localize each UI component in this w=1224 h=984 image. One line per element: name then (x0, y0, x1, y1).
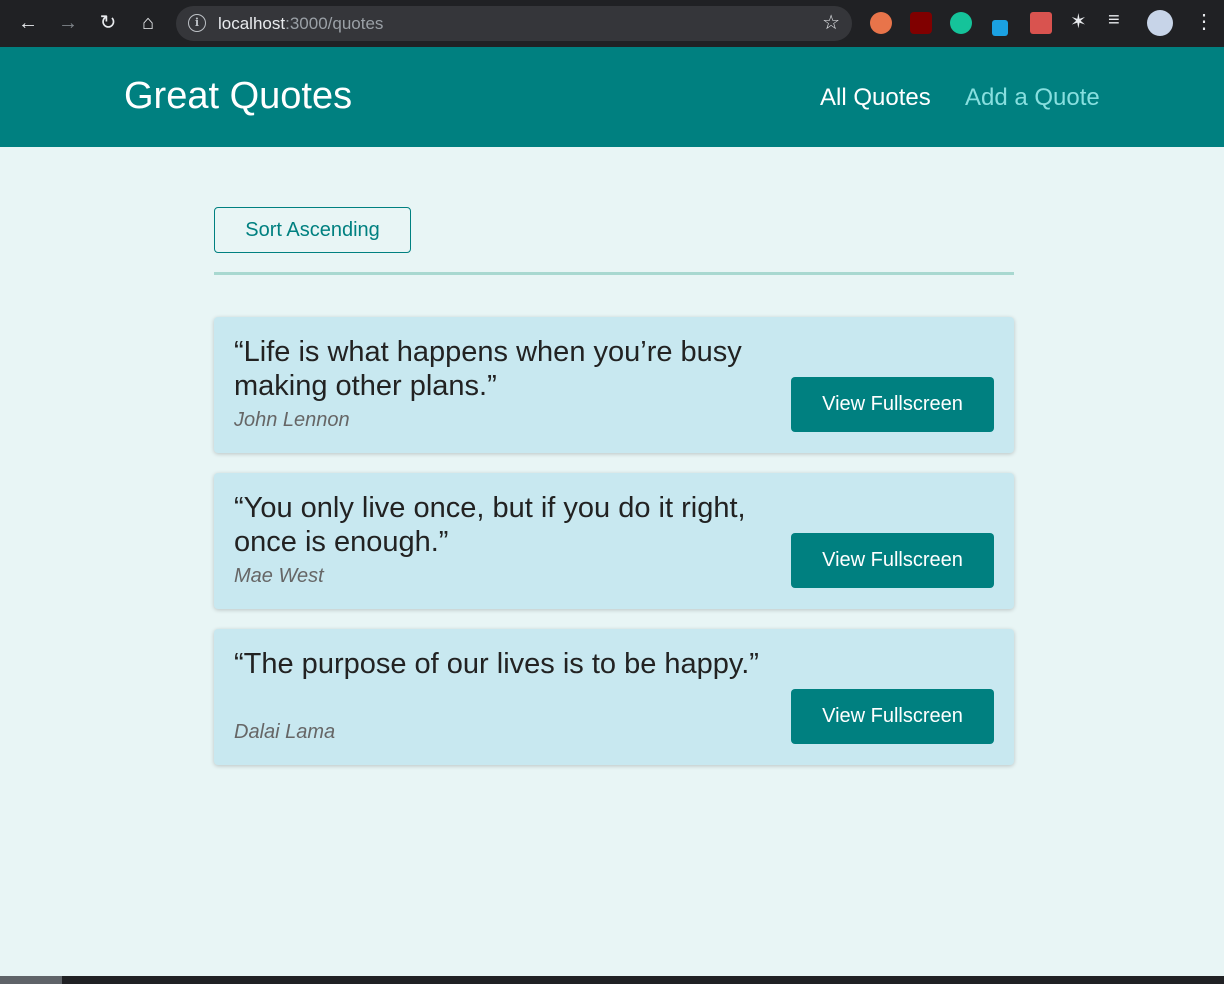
grammarly-icon[interactable] (950, 12, 972, 34)
menu-kebab-icon[interactable]: ⋮ (1194, 9, 1214, 34)
reading-list-icon[interactable]: ≡ (1108, 9, 1120, 32)
divider (214, 272, 1014, 275)
view-fullscreen-button[interactable]: View Fullscreen (791, 377, 994, 432)
nav-all-quotes[interactable]: All Quotes (820, 84, 931, 112)
info-icon[interactable]: i (188, 14, 206, 32)
quote-card: “Life is what happens when you’re busy m… (214, 317, 1014, 453)
url-text[interactable]: localhost:3000/quotes (218, 14, 383, 34)
ublock-icon[interactable] (910, 12, 932, 34)
site-logo: Great Quotes (124, 75, 353, 117)
address-bar[interactable]: i localhost:3000/quotes ☆ (176, 6, 852, 41)
quote-author: John Lennon (234, 409, 350, 431)
quote-text: “You only live once, but if you do it ri… (234, 492, 746, 558)
quote-text: “The purpose of our lives is to be happy… (234, 648, 759, 680)
quote-author: Dalai Lama (234, 721, 336, 743)
view-fullscreen-button[interactable]: View Fullscreen (791, 533, 994, 588)
browser-toolbar: ← → ↻ ⌂ i localhost:3000/quotes ☆ ✶ ≡ ⋮ (0, 0, 1224, 47)
back-arrow-icon[interactable]: ← (14, 8, 42, 38)
view-fullscreen-button[interactable]: View Fullscreen (791, 689, 994, 744)
horizontal-scrollbar[interactable] (0, 976, 1224, 984)
star-icon[interactable]: ☆ (822, 10, 840, 35)
extension-icon-5[interactable] (1030, 12, 1052, 34)
extensions-icon[interactable]: ✶ (1070, 9, 1087, 34)
home-icon[interactable]: ⌂ (134, 8, 162, 38)
scrollbar-thumb[interactable] (0, 976, 62, 984)
extension-icon-1[interactable] (870, 12, 892, 34)
reload-icon[interactable]: ↻ (94, 8, 122, 38)
quote-card: “The purpose of our lives is to be happy… (214, 629, 1014, 765)
app-header: Great Quotes All Quotes Add a Quote (0, 47, 1224, 147)
quote-text: “Life is what happens when you’re busy m… (234, 336, 742, 402)
profile-avatar[interactable] (1147, 10, 1173, 36)
nav-add-quote[interactable]: Add a Quote (965, 84, 1100, 112)
forward-arrow-icon[interactable]: → (54, 8, 82, 38)
quote-author: Mae West (234, 565, 324, 587)
extension-icon-4[interactable] (992, 20, 1008, 36)
quote-card: “You only live once, but if you do it ri… (214, 473, 1014, 609)
sort-button[interactable]: Sort Ascending (214, 207, 411, 253)
